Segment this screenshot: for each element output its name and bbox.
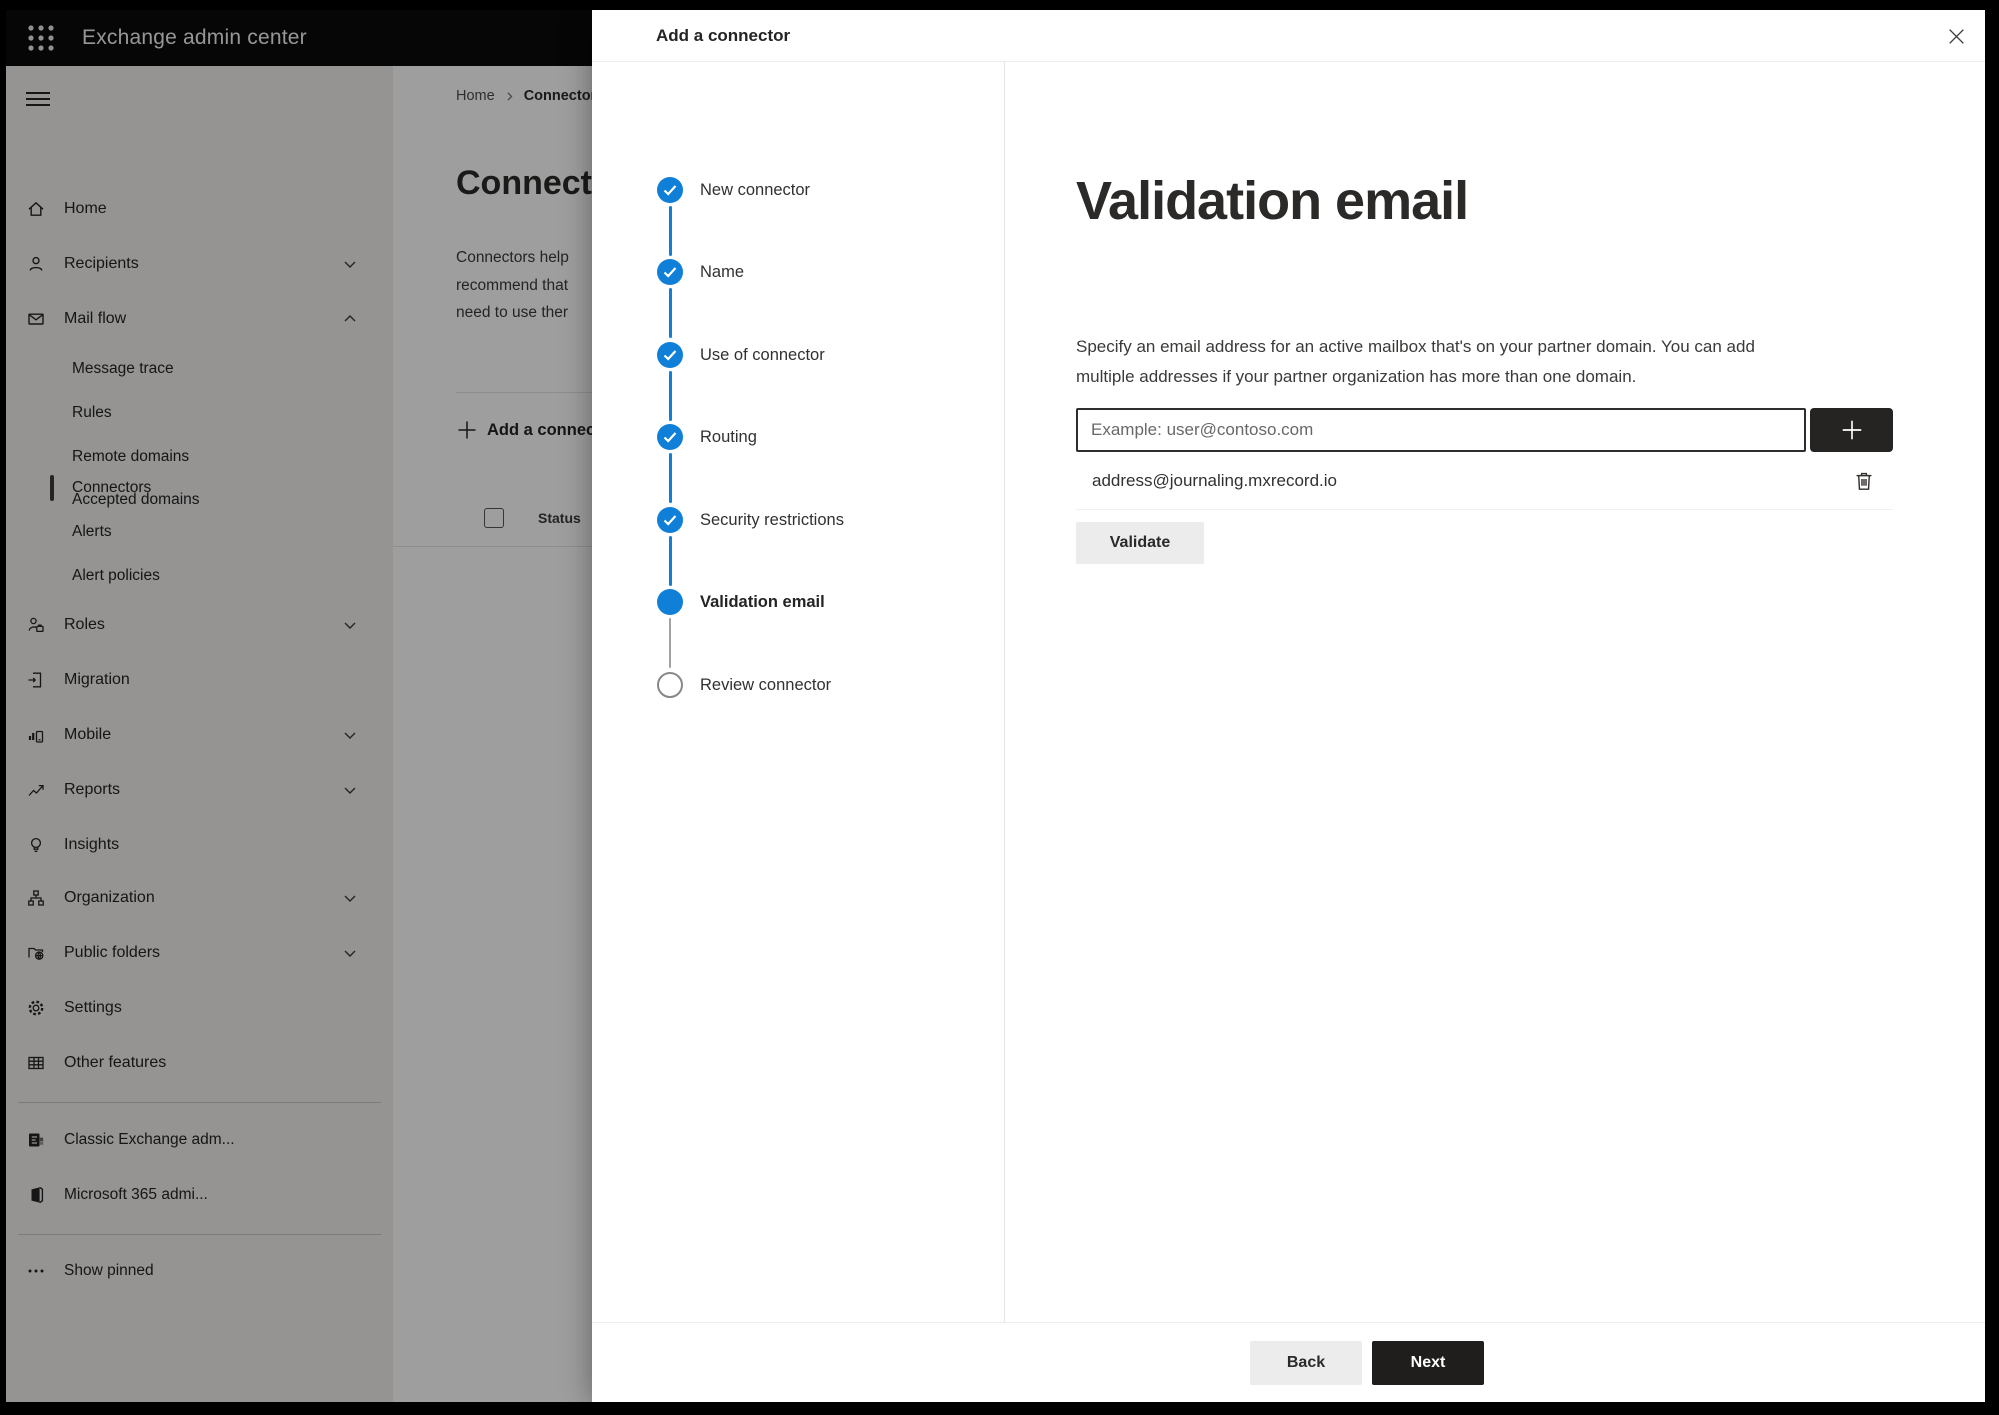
dialog-title: Add a connector — [656, 26, 791, 45]
step-complete-icon — [657, 342, 683, 368]
close-icon[interactable] — [1938, 18, 1974, 54]
validate-button[interactable]: Validate — [1076, 522, 1204, 564]
address-list-item: address@journaling.mxrecord.io — [1076, 452, 1893, 510]
app-window: Exchange admin center Home Recipients Ma… — [6, 10, 1985, 1402]
step-routing[interactable]: Routing — [592, 424, 1004, 450]
step-review-connector[interactable]: Review connector — [592, 672, 1004, 698]
step-active-dot — [657, 589, 683, 615]
add-address-button[interactable] — [1810, 408, 1893, 452]
step-complete-icon — [657, 259, 683, 285]
step-security-restrictions[interactable]: Security restrictions — [592, 507, 1004, 533]
delete-address-icon[interactable] — [1852, 469, 1876, 493]
email-address-input[interactable] — [1076, 408, 1806, 452]
step-connector — [668, 206, 672, 256]
step-connector — [668, 453, 672, 503]
step-heading: Validation email — [1076, 171, 1469, 231]
step-connector — [668, 536, 672, 586]
dialog-header: Add a connector — [592, 10, 1985, 62]
add-connector-dialog: Add a connector New connector Name Use o… — [592, 10, 1985, 1402]
back-button[interactable]: Back — [1250, 1341, 1362, 1385]
step-connector — [668, 288, 672, 338]
step-name[interactable]: Name — [592, 259, 1004, 285]
wizard-stepper: New connector Name Use of connector Rout… — [592, 62, 1005, 1322]
step-connector — [668, 371, 672, 421]
step-use-of-connector[interactable]: Use of connector — [592, 342, 1004, 368]
step-new-connector[interactable]: New connector — [592, 177, 1004, 203]
step-validation-email[interactable]: Validation email — [592, 589, 1004, 615]
step-upcoming-dot — [657, 672, 683, 698]
next-button[interactable]: Next — [1372, 1341, 1484, 1385]
step-complete-icon — [657, 507, 683, 533]
plus-icon — [1840, 418, 1864, 442]
step-complete-icon — [657, 177, 683, 203]
step-description: Specify an email address for an active m… — [1076, 337, 1755, 386]
address-value: address@journaling.mxrecord.io — [1092, 471, 1337, 490]
dialog-footer: Back Next — [592, 1322, 1985, 1402]
step-complete-icon — [657, 424, 683, 450]
step-connector — [668, 618, 671, 668]
